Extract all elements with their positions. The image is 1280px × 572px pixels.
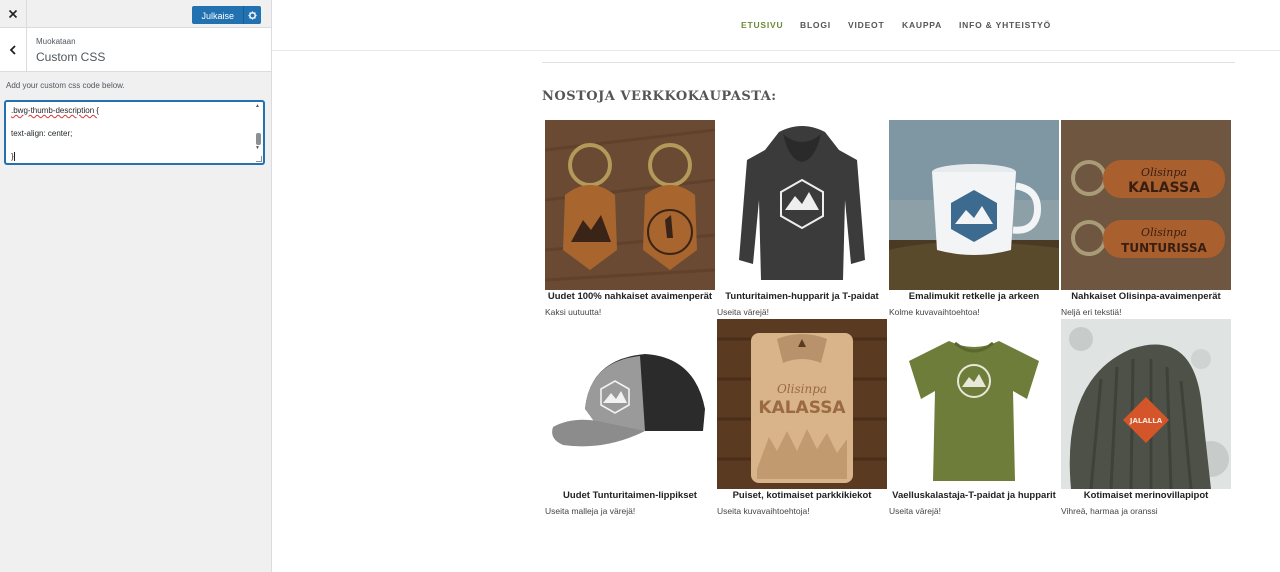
scroll-thumb[interactable] xyxy=(256,133,261,145)
css-line xyxy=(11,140,258,152)
keychain-text: KALASSA xyxy=(1128,180,1200,196)
nav-item-videot[interactable]: VIDEOT xyxy=(848,20,884,30)
product-description: Kaksi uutuutta! xyxy=(545,307,602,317)
section-title: Custom CSS xyxy=(36,50,106,64)
text-cursor xyxy=(13,152,15,162)
shop-section-heading: NOSTOJA VERKKOKAUPASTA: xyxy=(542,89,777,104)
nav-item-info[interactable]: INFO & YHTEISTYÖ xyxy=(959,20,1051,30)
css-description: Add your custom css code below. xyxy=(6,81,125,90)
product-image-tshirt[interactable] xyxy=(889,319,1059,489)
css-line-text: .bwg-thumb-description { xyxy=(11,106,100,115)
keychain-text: Olisinpa xyxy=(1141,166,1187,179)
section-header: Muokataan Custom CSS xyxy=(0,28,271,72)
product-image-parking-disc[interactable]: Olisinpa KALASSA xyxy=(717,319,887,489)
close-icon xyxy=(8,9,18,18)
close-customizer-button[interactable] xyxy=(0,0,27,27)
disc-text: Olisinpa xyxy=(777,382,827,396)
product-image-hoodie[interactable] xyxy=(717,120,887,290)
scroll-down-icon[interactable]: ▼ xyxy=(255,145,260,151)
css-line xyxy=(11,117,258,129)
product-title[interactable]: Vaelluskalastaja-T-paidat ja hupparit xyxy=(889,490,1059,501)
product-description: Vihreä, harmaa ja oranssi xyxy=(1061,506,1158,516)
scroll-up-icon[interactable]: ▲ xyxy=(255,103,260,109)
disc-text: KALASSA xyxy=(758,398,846,418)
css-line: .bwg-thumb-description { xyxy=(11,105,258,117)
resize-handle[interactable] xyxy=(256,156,262,162)
product-image-leather-keychains[interactable] xyxy=(545,120,715,290)
product-image-enamel-mug[interactable] xyxy=(889,120,1059,290)
product-image-beanie[interactable]: JALALLA xyxy=(1061,319,1231,489)
product-description: Useita värejä! xyxy=(717,307,769,317)
product-title[interactable]: Uudet Tunturitaimen-lippikset xyxy=(545,490,715,501)
product-description: Useita värejä! xyxy=(889,506,941,516)
site-navigation: ETUSIVU BLOGI VIDEOT KAUPPA INFO & YHTEI… xyxy=(272,0,1280,51)
nav-item-kauppa[interactable]: KAUPPA xyxy=(902,20,942,30)
product-title[interactable]: Emalimukit retkelle ja arkeen xyxy=(889,291,1059,302)
product-image-olisinpa-keychains[interactable]: Olisinpa KALASSA Olisinpa TUNTURISSA xyxy=(1061,120,1231,290)
nav-item-blogi[interactable]: BLOGI xyxy=(800,20,831,30)
editor-scrollbar[interactable]: ▲ ▼ xyxy=(254,103,262,161)
product-description: Useita malleja ja värejä! xyxy=(545,506,636,516)
product-title[interactable]: Tunturitaimen-hupparit ja T-paidat xyxy=(717,291,887,302)
publish-settings-button[interactable] xyxy=(243,6,261,24)
publish-group: Julkaise xyxy=(192,6,261,24)
css-line: } xyxy=(11,151,258,163)
css-line: text-align: center; xyxy=(11,129,73,138)
customizer-sidebar: Julkaise Muokataan Custom CSS Add your c… xyxy=(0,0,272,572)
chevron-left-icon xyxy=(9,44,16,55)
product-description: Kolme kuvavaihtoehtoa! xyxy=(889,307,980,317)
back-button[interactable] xyxy=(0,28,27,71)
product-title[interactable]: Puiset, kotimaiset parkkikiekot xyxy=(717,490,887,501)
product-title[interactable]: Nahkaiset Olisinpa-avaimenperät xyxy=(1061,291,1231,302)
product-title[interactable]: Kotimaiset merinovillapipot xyxy=(1061,490,1231,501)
product-image-cap[interactable] xyxy=(545,319,715,489)
product-description: Useita kuvavaihtoehtoja! xyxy=(717,506,810,516)
section-subtitle: Muokataan xyxy=(36,37,76,46)
customizer-header: Julkaise xyxy=(0,0,271,28)
product-description: Neljä eri tekstiä! xyxy=(1061,307,1122,317)
content-divider xyxy=(542,62,1235,63)
gear-icon xyxy=(248,10,257,20)
patch-text: JALALLA xyxy=(1129,417,1163,425)
custom-css-editor[interactable]: .bwg-thumb-description { text-align: cen… xyxy=(5,101,264,164)
product-title[interactable]: Uudet 100% nahkaiset avaimenperät xyxy=(545,291,715,302)
keychain-text: Olisinpa xyxy=(1141,226,1187,239)
site-preview: ETUSIVU BLOGI VIDEOT KAUPPA INFO & YHTEI… xyxy=(272,0,1280,572)
keychain-text: TUNTURISSA xyxy=(1121,241,1207,255)
nav-item-etusivu[interactable]: ETUSIVU xyxy=(741,20,783,30)
publish-button[interactable]: Julkaise xyxy=(192,6,243,24)
